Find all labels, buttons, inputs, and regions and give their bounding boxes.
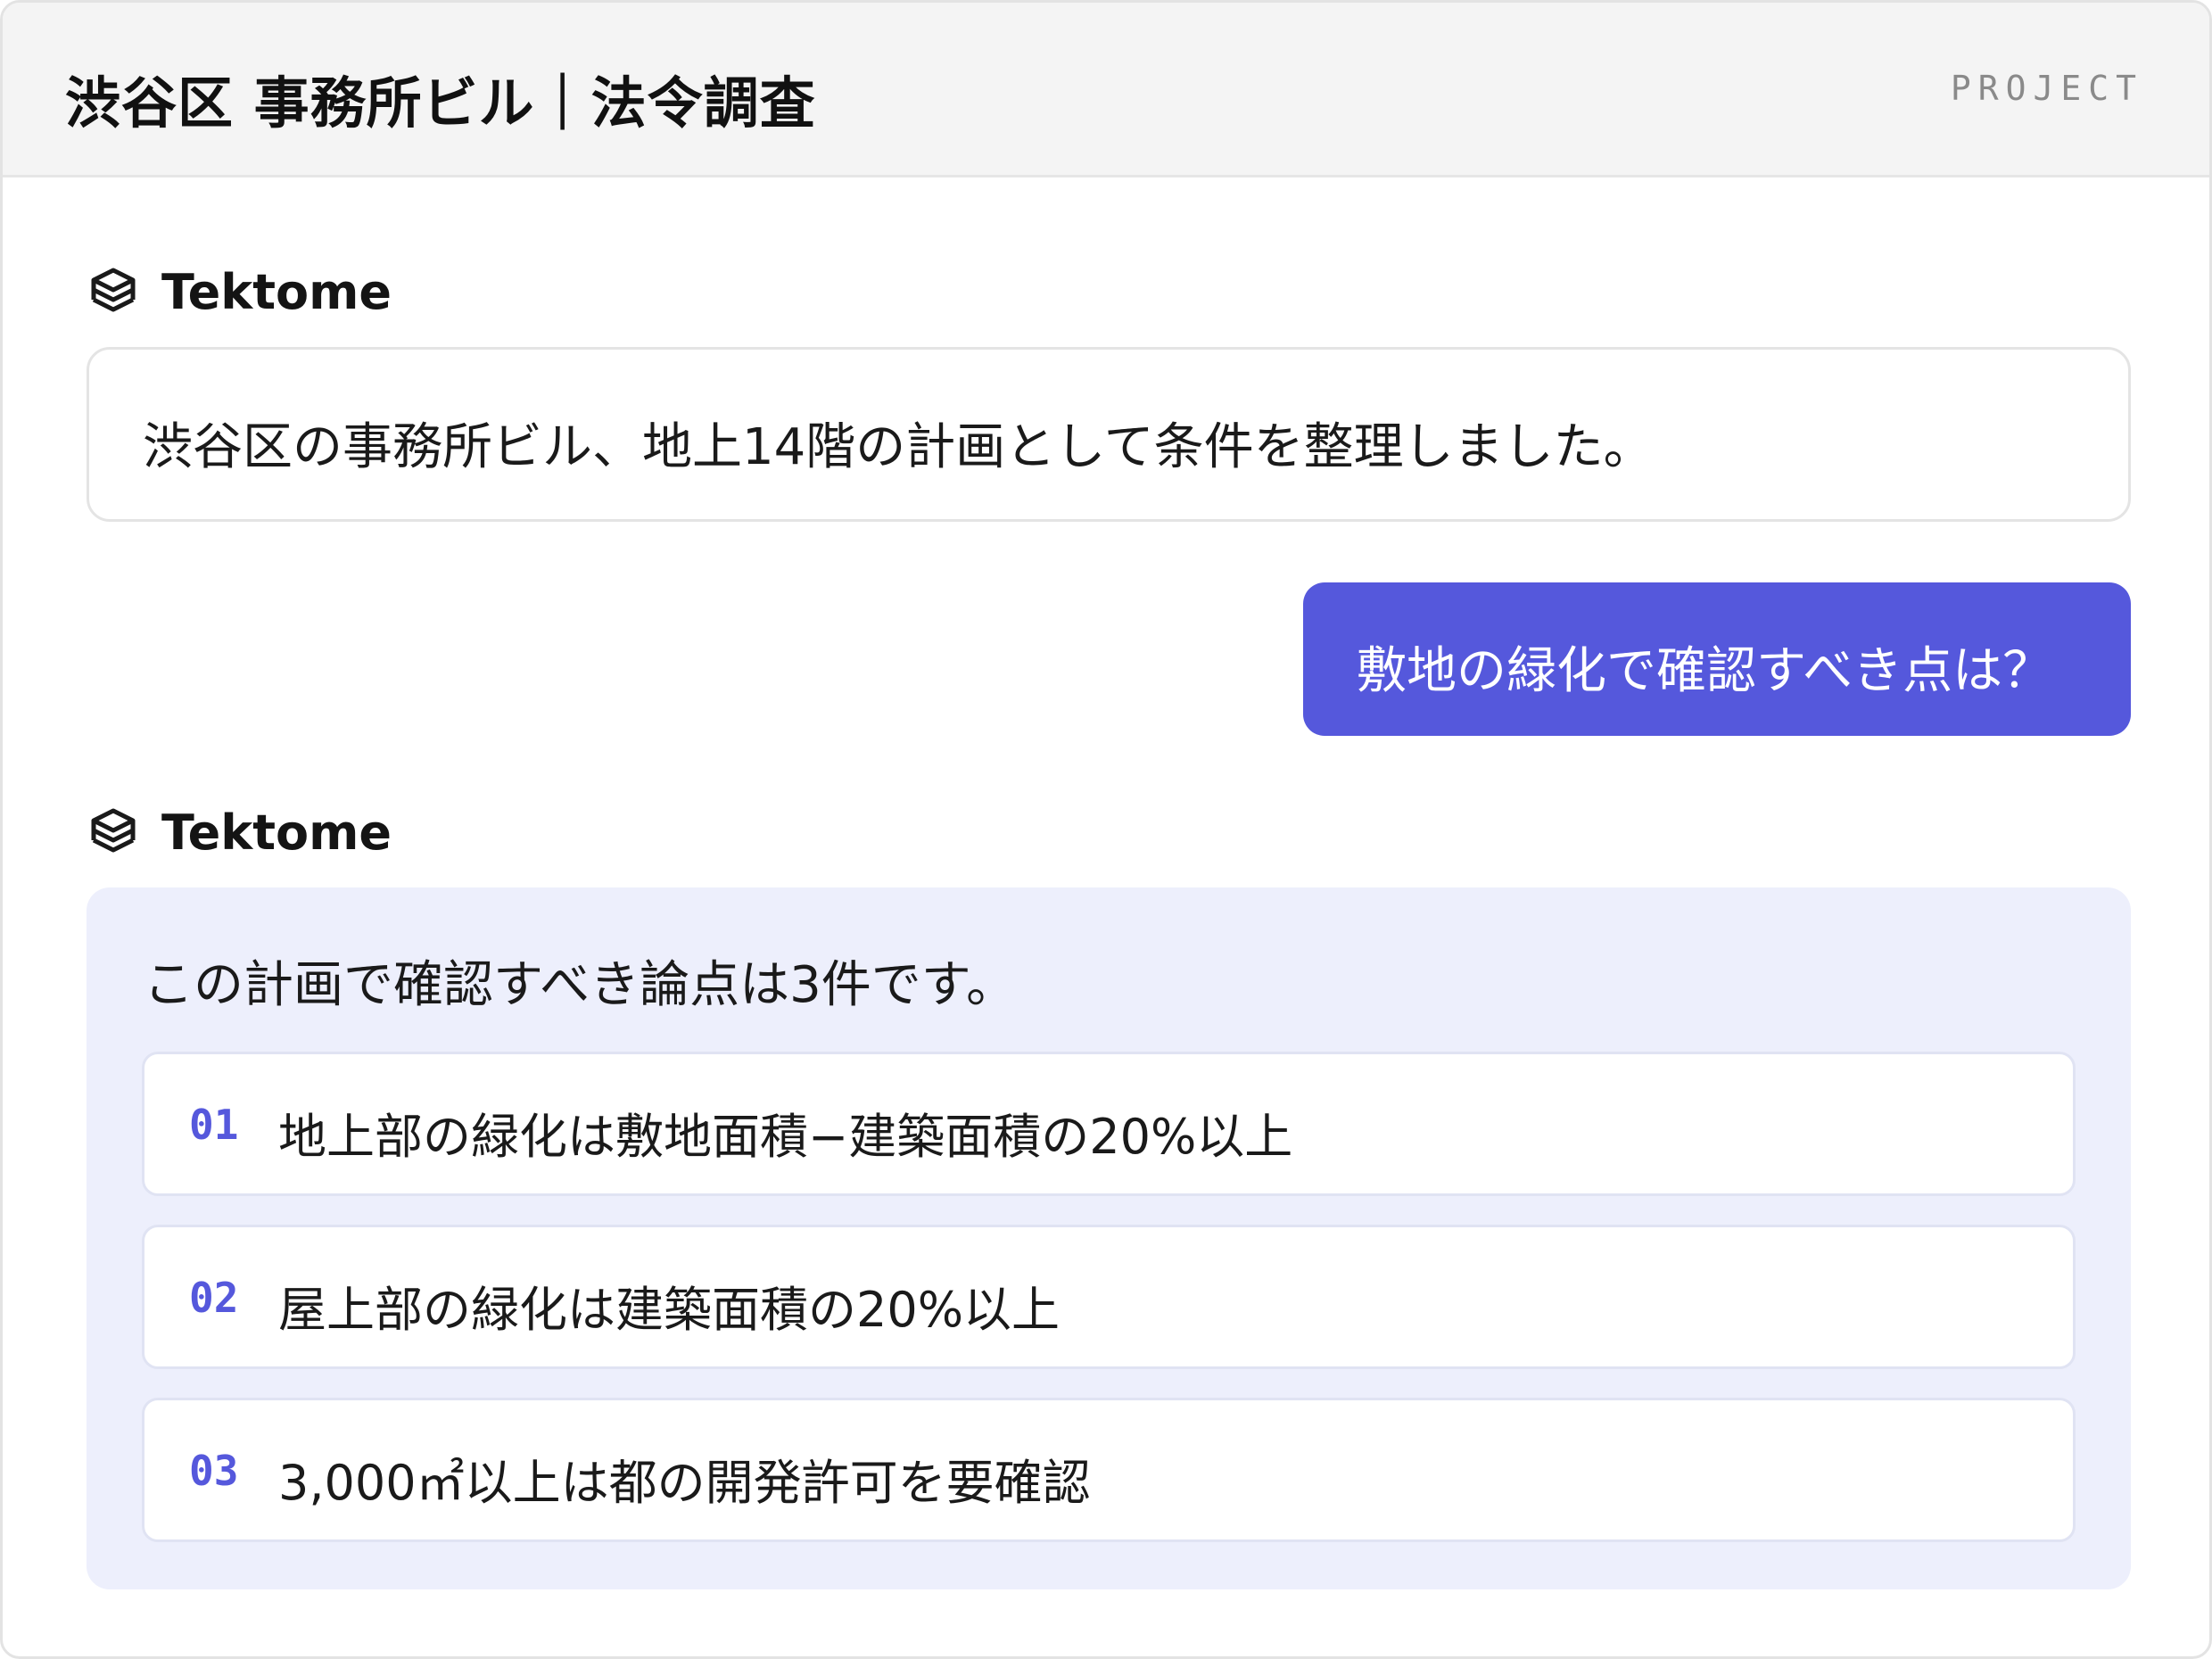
item-text: 3,000㎡以上は都の開発許可を要確認 [278,1455,1091,1511]
assistant-message-text: 渋谷区の事務所ビル、地上14階の計画として条件を整理しました。 [143,418,1654,476]
assistant-sender: Tektome [88,256,392,327]
layered-cube-logo-icon [91,808,136,853]
assistant-name: Tektome [161,804,392,861]
item-number: 01 [189,1101,239,1149]
assistant-sender: Tektome [88,796,392,868]
item-number: 02 [189,1274,239,1322]
project-label: PROJECT [1950,69,2143,108]
item-text: 屋上部の緑化は建築面積の20%以上 [278,1282,1061,1338]
item-number: 03 [189,1447,239,1495]
assistant-name: Tektome [161,263,392,320]
list-item: 02 屋上部の緑化は建築面積の20%以上 [142,1225,2076,1369]
result-intro-text: この計画で確認すべき論点は3件です。 [144,956,1017,1014]
user-message: 敷地の緑化で確認すべき点は？ [1303,582,2131,736]
page-title: 渋谷区 事務所ビル｜法令調査 [65,70,816,136]
header-bar: 渋谷区 事務所ビル｜法令調査 PROJECT [3,3,2209,177]
assistant-result-panel: この計画で確認すべき論点は3件です。 01 地上部の緑化は敷地面積−建築面積の2… [87,887,2131,1589]
user-message-text: 敷地の緑化で確認すべき点は？ [1357,642,2053,700]
list-item: 03 3,000㎡以上は都の開発許可を要確認 [142,1398,2076,1542]
app-window: 渋谷区 事務所ビル｜法令調査 PROJECT Tektome 渋谷区の事務所ビル… [0,0,2212,1659]
layered-cube-logo-icon [91,268,136,312]
assistant-message: 渋谷区の事務所ビル、地上14階の計画として条件を整理しました。 [87,347,2131,522]
list-item: 01 地上部の緑化は敷地面積−建築面積の20%以上 [142,1052,2076,1196]
item-text: 地上部の緑化は敷地面積−建築面積の20%以上 [278,1109,1293,1165]
